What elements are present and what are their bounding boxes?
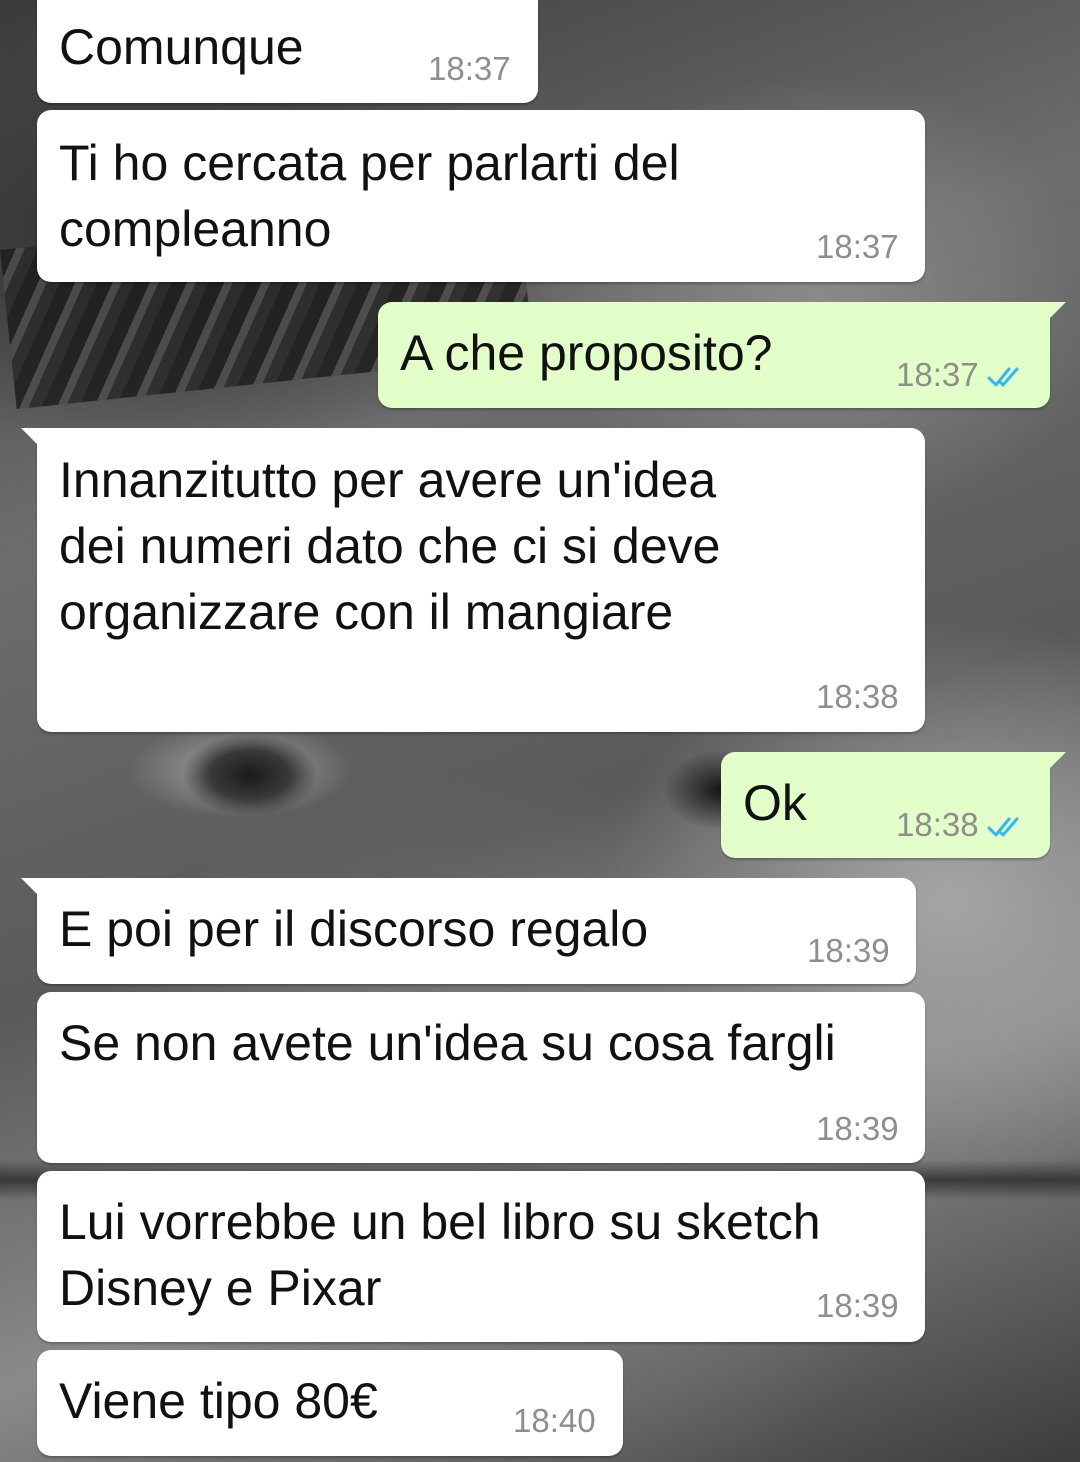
message-timestamp: 18:39 (807, 932, 890, 969)
message-timestamp: 18:40 (513, 1402, 596, 1439)
message-time-label: 18:37 (896, 356, 979, 393)
message-text: Comunque (59, 19, 304, 75)
message-time-label: 18:38 (896, 806, 979, 843)
message-text: Ok (743, 775, 807, 831)
bubble-tail (1044, 302, 1066, 324)
message-timestamp: 18:39 (816, 1287, 899, 1324)
message-bubble-incoming[interactable]: E poi per il discorso regalo 18:39 (21, 878, 916, 984)
message-bubble-incoming[interactable]: Innanzitutto per avere un'idea dei numer… (21, 428, 925, 732)
double-check-icon (987, 358, 1027, 396)
message-text: Lui vorrebbe un bel libro su sketch Disn… (59, 1194, 821, 1316)
message-timestamp: 18:37 (428, 50, 511, 87)
message-bubble-incoming[interactable]: Viene tipo 80€ 18:40 (37, 1350, 623, 1456)
message-bubble-outgoing[interactable]: Ok 18:38 (721, 752, 1066, 858)
message-bubble-incoming[interactable]: Se non avete un'idea su cosa fargli 18:3… (37, 992, 925, 1163)
message-timestamp: 18:39 (816, 1110, 899, 1147)
message-text: E poi per il discorso regalo (59, 901, 649, 957)
message-text: Se non avete un'idea su cosa fargli (59, 1015, 836, 1071)
message-timestamp: 18:38 (816, 678, 899, 715)
message-text: Innanzitutto per avere un'idea dei numer… (59, 452, 721, 640)
message-text: Viene tipo 80€ (59, 1373, 378, 1429)
message-bubble-incoming[interactable]: Comunque 18:37 (37, 0, 538, 103)
bubble-tail (21, 428, 43, 450)
message-text: Ti ho cercata per parlarti del compleann… (59, 135, 680, 257)
message-timestamp: 18:37 (896, 356, 1027, 396)
double-check-icon (987, 808, 1027, 846)
bubble-tail (1044, 752, 1066, 774)
message-bubble-incoming[interactable]: Lui vorrebbe un bel libro su sketch Disn… (37, 1171, 925, 1342)
message-text: A che proposito? (400, 325, 773, 381)
message-timestamp: 18:38 (896, 806, 1027, 846)
message-bubble-outgoing[interactable]: A che proposito? 18:37 (378, 302, 1066, 408)
message-bubble-incoming[interactable]: Ti ho cercata per parlarti del compleann… (37, 110, 925, 282)
bubble-tail (21, 878, 43, 900)
message-timestamp: 18:37 (816, 228, 899, 265)
